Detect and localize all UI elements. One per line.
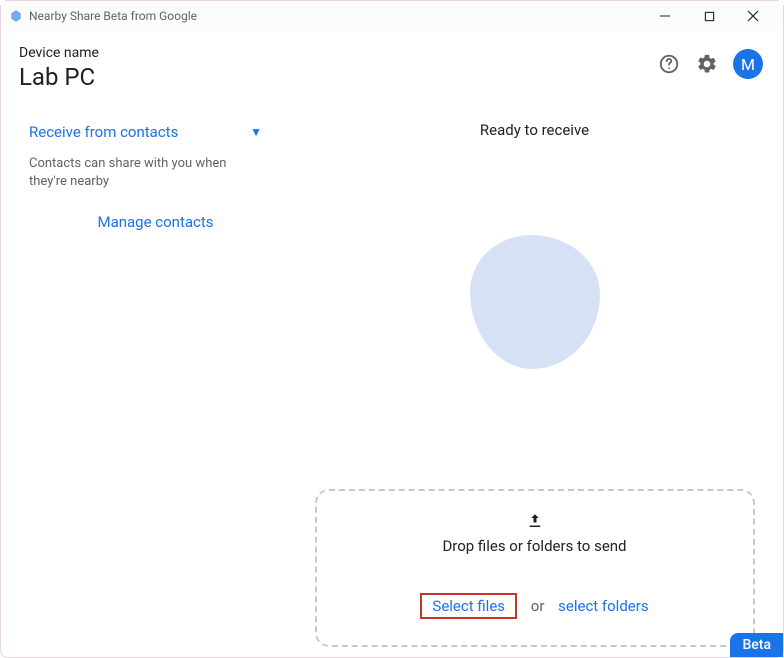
dropzone[interactable]: Drop files or folders to send Select fil… [315,489,755,647]
chevron-down-icon: ▼ [250,125,262,139]
app-icon [9,9,23,23]
maximize-button[interactable] [687,1,731,31]
help-icon[interactable] [657,52,681,76]
receive-label: Receive from contacts [29,123,178,141]
sidebar: Receive from contacts ▼ Contacts can sha… [1,99,286,653]
window-controls [643,1,775,31]
ready-status: Ready to receive [480,121,589,139]
device-label: Device name [19,45,657,61]
drop-text: Drop files or folders to send [327,537,743,555]
select-files-link[interactable]: Select files [426,593,511,619]
or-text: or [531,597,545,615]
app-body: Receive from contacts ▼ Contacts can sha… [1,99,783,653]
gear-icon[interactable] [695,52,719,76]
receive-dropdown[interactable]: Receive from contacts ▼ [29,115,262,149]
header-actions: M [657,45,763,79]
window-title: Nearby Share Beta from Google [29,9,643,23]
receive-graphic [470,235,600,369]
avatar-initial: M [741,55,755,74]
beta-badge: Beta [730,633,783,657]
select-files-highlight: Select files [420,593,517,619]
close-button[interactable] [731,1,775,31]
manage-contacts-link[interactable]: Manage contacts [29,213,262,231]
main-panel: Ready to receive Drop files or folders t… [286,99,783,653]
select-row: Select files or select folders [327,593,743,619]
minimize-button[interactable] [643,1,687,31]
window-titlebar: Nearby Share Beta from Google [1,1,783,31]
select-folders-link[interactable]: select folders [558,597,648,615]
device-name: Lab PC [19,63,657,91]
upload-icon [525,511,545,531]
app-header: Device name Lab PC M [1,31,783,99]
device-info: Device name Lab PC [19,45,657,91]
receive-help-text: Contacts can share with you when they're… [29,155,239,191]
avatar[interactable]: M [733,49,763,79]
